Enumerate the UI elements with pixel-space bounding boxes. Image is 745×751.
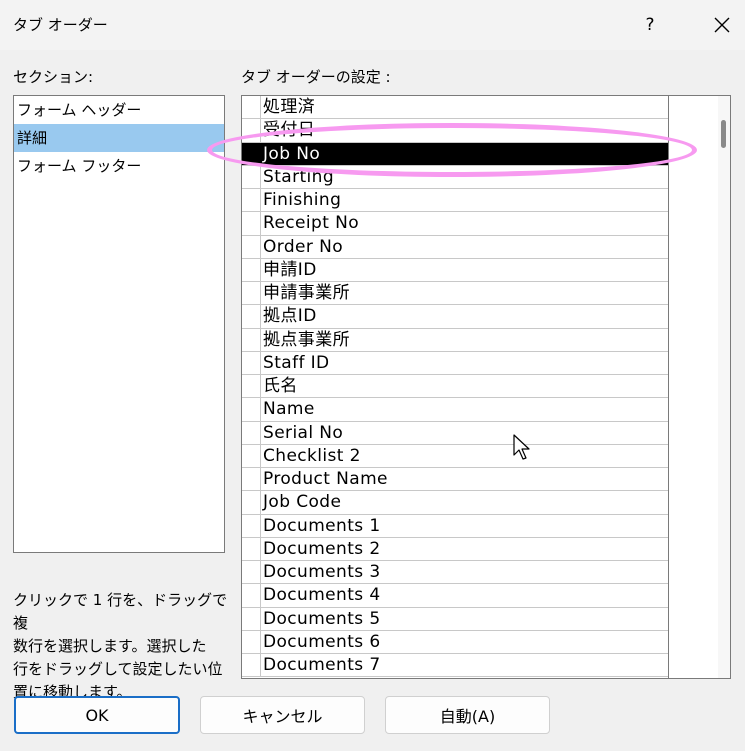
tab-order-row[interactable]: Documents 7 xyxy=(242,654,668,678)
tab-order-row[interactable]: Documents 5 xyxy=(242,607,668,631)
cancel-button[interactable]: キャンセル xyxy=(200,696,365,734)
field-name: 拠点ID xyxy=(263,306,317,327)
row-selector[interactable] xyxy=(242,165,261,188)
field-name: Starting xyxy=(263,166,335,187)
help-text: クリックで 1 行を、ドラッグで複 数行を選択します。選択した 行をドラッグして… xyxy=(13,589,233,704)
row-selector[interactable] xyxy=(242,421,261,444)
field-name: Documents 1 xyxy=(263,515,381,536)
row-selector[interactable] xyxy=(242,444,261,467)
tab-order-row[interactable]: 申請ID xyxy=(242,258,668,282)
tab-order-row[interactable]: Order No xyxy=(242,235,668,259)
tab-order-row[interactable]: 氏名 xyxy=(242,375,668,399)
field-name: Documents 2 xyxy=(263,538,381,559)
section-item-form-header[interactable]: フォーム ヘッダー xyxy=(14,96,224,124)
row-selector[interactable] xyxy=(242,305,261,328)
field-name: Staff ID xyxy=(263,352,330,373)
row-selector[interactable] xyxy=(242,351,261,374)
row-selector[interactable] xyxy=(242,654,261,677)
field-name: Documents 6 xyxy=(263,631,381,652)
field-name: 氏名 xyxy=(263,376,298,396)
scroll-thumb[interactable] xyxy=(721,120,726,148)
row-selector[interactable] xyxy=(242,607,261,630)
tab-order-row[interactable]: Job No xyxy=(242,142,668,166)
help-text-line: 数行を選択します。選択した xyxy=(13,637,207,655)
ok-button[interactable]: OK xyxy=(14,696,180,734)
tab-order-row[interactable]: 申請事業所 xyxy=(242,282,668,306)
row-selector[interactable] xyxy=(242,328,261,351)
tab-order-row[interactable]: Name xyxy=(242,398,668,422)
scrollbar[interactable] xyxy=(718,96,730,678)
tab-order-row[interactable]: 受付日 xyxy=(242,119,668,143)
field-name: 処理済 xyxy=(263,97,316,117)
tab-order-row[interactable]: Receipt No xyxy=(242,212,668,236)
tab-order-row[interactable]: Documents 3 xyxy=(242,561,668,585)
tab-order-label: タブ オーダーの設定 : xyxy=(241,68,391,86)
field-name: 拠点事業所 xyxy=(263,329,350,350)
field-name: Checklist 2 xyxy=(263,445,361,466)
tab-order-row[interactable]: 処理済 xyxy=(242,96,668,120)
close-button[interactable] xyxy=(700,6,744,44)
field-name: Documents 3 xyxy=(263,562,381,582)
field-name: Order No xyxy=(263,236,344,257)
tab-order-row[interactable]: Documents 1 xyxy=(242,514,668,538)
row-selector[interactable] xyxy=(242,514,261,537)
row-selector[interactable] xyxy=(242,119,261,142)
tab-order-row[interactable]: Starting xyxy=(242,165,668,189)
tab-order-row[interactable]: Serial No xyxy=(242,421,668,445)
row-selector[interactable] xyxy=(242,491,261,514)
help-button[interactable]: ? xyxy=(628,6,672,44)
row-selector[interactable] xyxy=(242,258,261,281)
field-name: Job No xyxy=(263,143,321,164)
row-selector[interactable] xyxy=(242,375,261,398)
tab-order-row[interactable]: 拠点事業所 xyxy=(242,328,668,352)
title-bar: タブ オーダー ? xyxy=(0,0,745,50)
row-selector[interactable] xyxy=(242,282,261,305)
tab-order-row[interactable]: Documents 4 xyxy=(242,584,668,608)
help-icon: ? xyxy=(645,15,655,35)
tab-order-row[interactable]: Product Name xyxy=(242,468,668,492)
tab-order-list[interactable]: 処理済受付日 Job No Starting Finishing Receipt No O… xyxy=(241,95,731,679)
tab-order-row[interactable]: Staff ID xyxy=(242,351,668,375)
help-text-line: 行をドラッグして設定したい位 xyxy=(13,660,223,678)
tab-order-row[interactable]: Checklist 2 xyxy=(242,444,668,468)
row-selector[interactable] xyxy=(242,142,261,165)
row-selector[interactable] xyxy=(242,561,261,584)
field-name: Name xyxy=(263,399,315,420)
dialog-title: タブ オーダー xyxy=(13,16,108,34)
field-name: 受付日 xyxy=(263,120,316,141)
field-name: 申請ID xyxy=(263,259,317,280)
tab-order-row[interactable]: Documents 6 xyxy=(242,630,668,654)
section-label: セクション: xyxy=(13,68,94,86)
section-item-form-footer[interactable]: フォーム フッター xyxy=(14,152,224,180)
field-name: Job Code xyxy=(263,492,342,513)
row-selector[interactable] xyxy=(242,630,261,653)
field-name: Product Name xyxy=(263,469,388,489)
field-name: Receipt No xyxy=(263,213,360,234)
close-icon xyxy=(714,17,730,33)
tab-order-row[interactable]: Documents 2 xyxy=(242,537,668,561)
auto-button[interactable]: 自動(A) xyxy=(385,696,550,734)
tab-order-row[interactable]: 拠点ID xyxy=(242,305,668,329)
row-selector[interactable] xyxy=(242,584,261,607)
field-name: 申請事業所 xyxy=(263,283,350,303)
row-selector[interactable] xyxy=(242,235,261,258)
row-selector[interactable] xyxy=(242,537,261,560)
field-name: Documents 4 xyxy=(263,585,381,606)
help-text-line: クリックで 1 行を、ドラッグで複 xyxy=(13,591,228,632)
row-selector[interactable] xyxy=(242,398,261,421)
row-selector[interactable] xyxy=(242,189,261,212)
row-selector[interactable] xyxy=(242,212,261,235)
tab-order-row[interactable]: Job Code xyxy=(242,491,668,515)
mouse-cursor-icon xyxy=(513,434,530,460)
row-selector[interactable] xyxy=(242,468,261,491)
field-name: Documents 5 xyxy=(263,608,381,629)
field-name: Finishing xyxy=(263,190,342,210)
column-divider xyxy=(668,96,669,678)
row-selector[interactable] xyxy=(242,96,261,119)
section-item-detail[interactable]: 詳細 xyxy=(14,124,224,152)
tab-order-row[interactable]: Finishing xyxy=(242,189,668,213)
field-name: Serial No xyxy=(263,422,344,443)
section-list[interactable]: フォーム ヘッダー 詳細 フォーム フッター xyxy=(13,95,225,553)
field-name: Documents 7 xyxy=(263,655,381,675)
